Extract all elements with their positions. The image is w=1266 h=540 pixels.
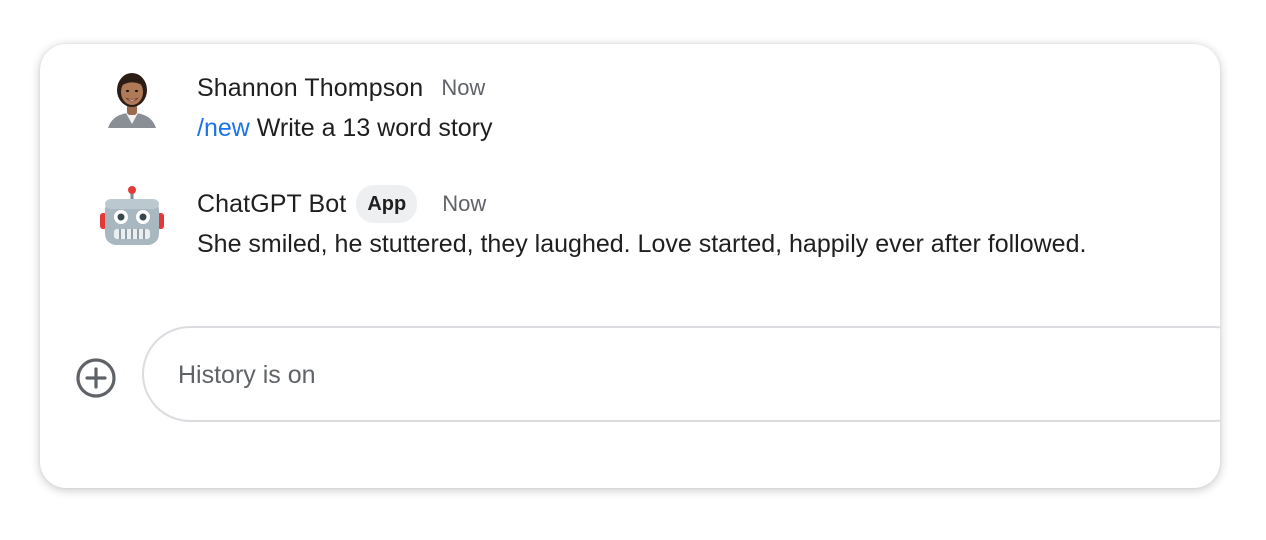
timestamp: Now [442, 191, 487, 216]
user-avatar[interactable] [102, 68, 162, 128]
woman-portrait-avatar [108, 73, 156, 128]
message-body: Write a 13 word story [249, 114, 493, 142]
add-circle-icon [76, 358, 116, 398]
message-input[interactable] [176, 352, 1080, 398]
robot-icon [100, 186, 164, 245]
add-button[interactable] [74, 356, 118, 400]
sender-name[interactable]: Shannon Thompson [197, 74, 423, 103]
timestamp: Now [441, 75, 486, 100]
bot-avatar[interactable] [100, 184, 164, 245]
app-badge: App [356, 185, 418, 223]
sender-name[interactable]: ChatGPT Bot [197, 190, 346, 219]
message-text: She smiled, he stuttered, they laughed. … [197, 230, 1087, 258]
message-input-box[interactable] [142, 326, 1220, 422]
slash-command[interactable]: /new [197, 114, 250, 142]
message-text: /new Write a 13 word story [197, 114, 493, 143]
message-header: Shannon Thompson Now [197, 68, 485, 108]
message-header: ChatGPT Bot App Now [197, 184, 486, 224]
compose-bar [40, 326, 1220, 426]
chat-card: Shannon Thompson Now /new Write a 13 wor… [40, 44, 1220, 488]
